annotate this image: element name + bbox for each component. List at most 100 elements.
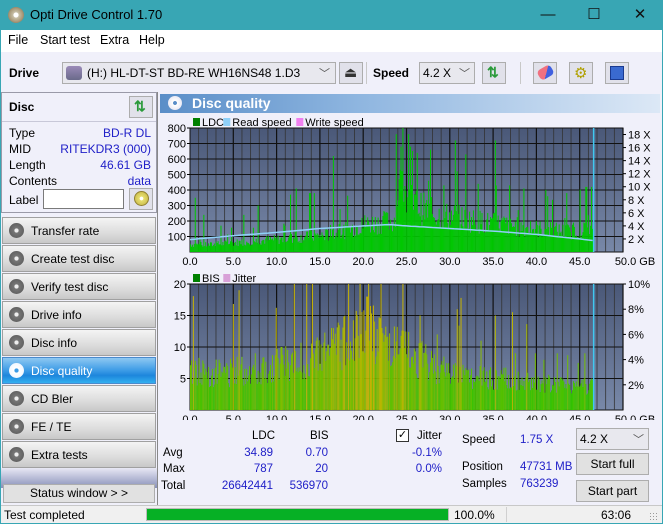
jitter-checkbox[interactable]: ✓: [396, 429, 409, 442]
bis-bar: [523, 380, 525, 410]
ldc-bar: [436, 220, 438, 252]
ldc-bar: [469, 211, 471, 252]
sidebar-item-disc-quality[interactable]: Disc quality: [2, 357, 156, 384]
ldc-bar: [297, 242, 299, 252]
bis-bar: [308, 376, 310, 410]
bis-bar: [345, 365, 347, 410]
ldc-bar: [382, 216, 384, 252]
bis-bar: [214, 367, 216, 410]
ldc-bar: [451, 210, 453, 252]
bis-bar: [492, 389, 494, 410]
ldc-bar: [550, 222, 552, 252]
bis-bar: [332, 328, 334, 410]
ldc-bar: [407, 197, 409, 252]
bis-bar: [360, 334, 362, 410]
test-speed-select[interactable]: 4.2 X ﹀: [576, 428, 649, 450]
start-full-button[interactable]: Start full: [576, 453, 649, 475]
sidebar-item-extra-tests[interactable]: Extra tests: [2, 441, 156, 468]
bis-bar: [451, 377, 453, 410]
bis-bar: [554, 382, 556, 410]
disc-mid-value: RITEKDR3 (000): [60, 142, 151, 156]
speed-select[interactable]: 4.2 X ﹀: [419, 62, 475, 84]
disc-refresh-button[interactable]: ⇅: [129, 96, 153, 118]
bis-bar: [216, 383, 218, 410]
y2-tick-label: 2 X: [628, 234, 645, 246]
bis-bar: [291, 352, 293, 410]
bis-bar: [487, 387, 489, 410]
erase-button[interactable]: [533, 62, 557, 84]
bis-bar: [309, 376, 311, 410]
refresh-button[interactable]: ⇅: [482, 62, 506, 84]
menu-file[interactable]: File: [8, 33, 28, 47]
ldc-bar: [212, 245, 214, 252]
bis-bar: [457, 382, 459, 410]
sidebar-item-cd-bler[interactable]: CD Bler: [2, 385, 156, 412]
bis-bar: [591, 379, 593, 410]
bis-bar: [317, 370, 319, 410]
disc-label-button[interactable]: [129, 188, 153, 210]
bis-bar: [464, 375, 466, 410]
resize-grip[interactable]: [649, 512, 657, 520]
y2-tick-label: 8 X: [628, 195, 645, 207]
menu-help[interactable]: Help: [139, 33, 165, 47]
bis-bar: [318, 340, 320, 410]
ldc-bar: [551, 199, 553, 252]
bis-bar: [570, 389, 572, 410]
ldc-bar: [370, 225, 372, 252]
sidebar-item-fe-te[interactable]: FE / TE: [2, 413, 156, 440]
bis-bar: [293, 284, 295, 410]
bis-bar: [412, 363, 414, 410]
bis-bar: [212, 387, 214, 410]
settings-button[interactable]: ⚙: [569, 62, 593, 84]
sidebar-item-drive-info[interactable]: Drive info: [2, 301, 156, 328]
ldc-bar: [476, 229, 478, 252]
bis-bar: [469, 382, 471, 410]
bis-bar: [359, 284, 361, 410]
toolbar-divider: [366, 62, 367, 84]
ldc-bar: [251, 244, 253, 252]
bis-bar: [243, 385, 245, 410]
menu-extra[interactable]: Extra: [100, 33, 129, 47]
sidebar-item-transfer-rate[interactable]: Transfer rate: [2, 217, 156, 244]
bis-bar: [206, 371, 208, 410]
sidebar-item-label: Drive info: [31, 308, 82, 322]
bis-bar: [530, 390, 532, 410]
ldc-bar: [475, 230, 477, 252]
bis-bar: [390, 366, 392, 410]
ldc-bar: [483, 232, 485, 252]
samples-value: 763239: [520, 478, 559, 490]
bis-bar: [213, 384, 215, 410]
sidebar-item-create-test-disc[interactable]: Create test disc: [2, 245, 156, 272]
status-window-button[interactable]: Status window > >: [3, 484, 155, 503]
ldc-bar: [479, 210, 481, 252]
settings-icon: ⚙: [574, 65, 588, 82]
ldc-bar: [388, 224, 390, 252]
ldc-bar: [409, 189, 411, 252]
bis-bar: [375, 356, 377, 410]
sidebar-item-verify-test-disc[interactable]: Verify test disc: [2, 273, 156, 300]
bis-bar: [341, 370, 343, 410]
close-button[interactable]: ✕: [617, 0, 663, 30]
ldc-bar: [280, 237, 282, 252]
jitter-label: Jitter: [417, 430, 442, 442]
save-button[interactable]: [605, 62, 629, 84]
sidebar-item-disc-info[interactable]: Disc info: [2, 329, 156, 356]
disc-type-value: BD-R DL: [102, 126, 151, 140]
start-part-button[interactable]: Start part: [576, 480, 649, 502]
ldc-bar: [209, 245, 211, 252]
drive-select[interactable]: (H:) HL-DT-ST BD-RE WH16NS48 1.D3 ﹀: [62, 62, 336, 84]
ldc-bar: [330, 224, 332, 252]
bis-bar: [252, 364, 254, 410]
bis-bar: [430, 362, 432, 410]
ldc-bar: [481, 213, 483, 252]
ldc-bar: [308, 237, 310, 252]
disc-icon: [134, 191, 149, 206]
ldc-bar: [516, 217, 518, 252]
menu-start-test[interactable]: Start test: [40, 33, 90, 47]
disc-icon: [9, 335, 24, 350]
disc-label-input[interactable]: [43, 189, 124, 209]
legend-label: Read speed: [232, 117, 291, 129]
eject-button[interactable]: ⏏: [339, 62, 363, 84]
maximize-button[interactable]: ☐: [571, 0, 617, 30]
minimize-button[interactable]: —: [525, 0, 571, 30]
